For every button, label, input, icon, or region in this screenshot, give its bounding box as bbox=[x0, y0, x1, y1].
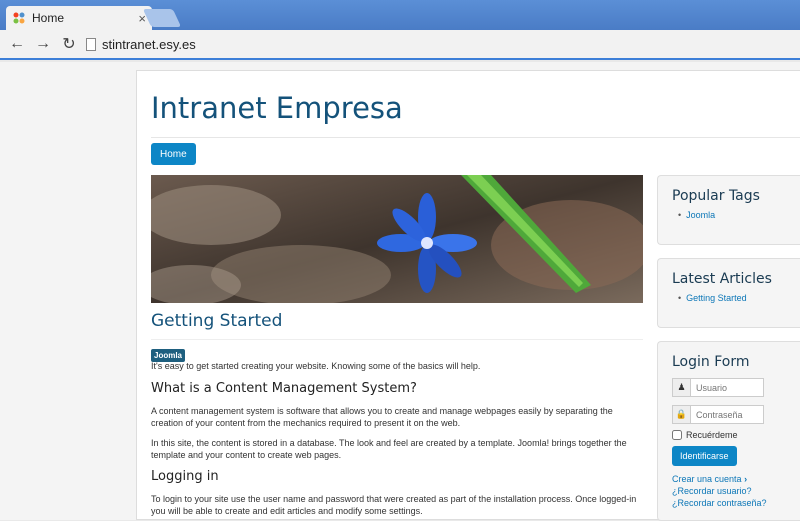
password-field-group: 🔒 bbox=[672, 405, 764, 424]
site-brand[interactable]: Intranet Empresa bbox=[151, 91, 403, 125]
forgot-username-link[interactable]: ¿Recordar usuario? bbox=[672, 486, 752, 496]
site-container: Intranet Empresa Home Getting Started Jo… bbox=[136, 70, 800, 521]
latest-articles-module: Latest Articles Getting Started bbox=[657, 258, 800, 328]
back-icon[interactable]: ← bbox=[8, 35, 26, 53]
username-field-group: ♟ bbox=[672, 378, 764, 397]
page-icon bbox=[86, 37, 96, 51]
username-input[interactable] bbox=[691, 379, 763, 396]
address-toolbar: ← → ↻ stintranet.esy.es bbox=[0, 30, 800, 60]
header-divider bbox=[151, 137, 800, 138]
popular-tags-title: Popular Tags bbox=[672, 188, 760, 204]
article-divider bbox=[151, 339, 643, 340]
login-form-module: Login Form ♟ 🔒 Recuérdeme Identificarse … bbox=[657, 341, 800, 521]
chevron-right-icon: › bbox=[744, 474, 748, 484]
tab-title: Home bbox=[32, 11, 65, 25]
reload-icon[interactable]: ↻ bbox=[60, 34, 78, 54]
remember-me[interactable]: Recuérdeme bbox=[672, 430, 738, 440]
hero-image bbox=[151, 175, 643, 303]
login-form-title: Login Form bbox=[672, 354, 750, 370]
url-text: stintranet.esy.es bbox=[102, 36, 196, 52]
address-bar[interactable]: stintranet.esy.es bbox=[86, 33, 796, 55]
page-background: Intranet Empresa Home Getting Started Jo… bbox=[0, 62, 800, 521]
user-icon: ♟ bbox=[673, 379, 691, 396]
heading-logging-in: Logging in bbox=[151, 469, 219, 484]
remember-label: Recuérdeme bbox=[686, 430, 738, 440]
menu-home-button[interactable]: Home bbox=[151, 143, 196, 165]
paragraph-site: In this site, the content is stored in a… bbox=[151, 438, 627, 460]
browser-tab[interactable]: Home × bbox=[6, 6, 152, 30]
forward-icon[interactable]: → bbox=[34, 35, 52, 53]
popular-tag-item[interactable]: Joomla bbox=[678, 210, 800, 220]
login-button[interactable]: Identificarse bbox=[672, 446, 737, 466]
lock-icon: 🔒 bbox=[673, 406, 691, 423]
article-intro: It's easy to get started creating your w… bbox=[151, 361, 481, 371]
browser-tab-strip: Home × bbox=[0, 0, 800, 30]
latest-article-item[interactable]: Getting Started bbox=[678, 293, 800, 303]
create-account-label: Crear una cuenta bbox=[672, 474, 742, 484]
latest-articles-title: Latest Articles bbox=[672, 271, 772, 287]
remember-checkbox[interactable] bbox=[672, 430, 682, 440]
forgot-password-link[interactable]: ¿Recordar contraseña? bbox=[672, 498, 767, 508]
popular-tags-module: Popular Tags Joomla bbox=[657, 175, 800, 245]
paragraph-logging-in: To login to your site use the user name … bbox=[151, 494, 637, 516]
joomla-favicon-icon bbox=[12, 11, 26, 25]
password-input[interactable] bbox=[691, 406, 763, 423]
paragraph-cms: A content management system is software … bbox=[151, 406, 613, 428]
heading-cms: What is a Content Management System? bbox=[151, 381, 417, 396]
create-account-link[interactable]: Crear una cuenta › bbox=[672, 474, 747, 484]
article-title[interactable]: Getting Started bbox=[151, 311, 282, 331]
